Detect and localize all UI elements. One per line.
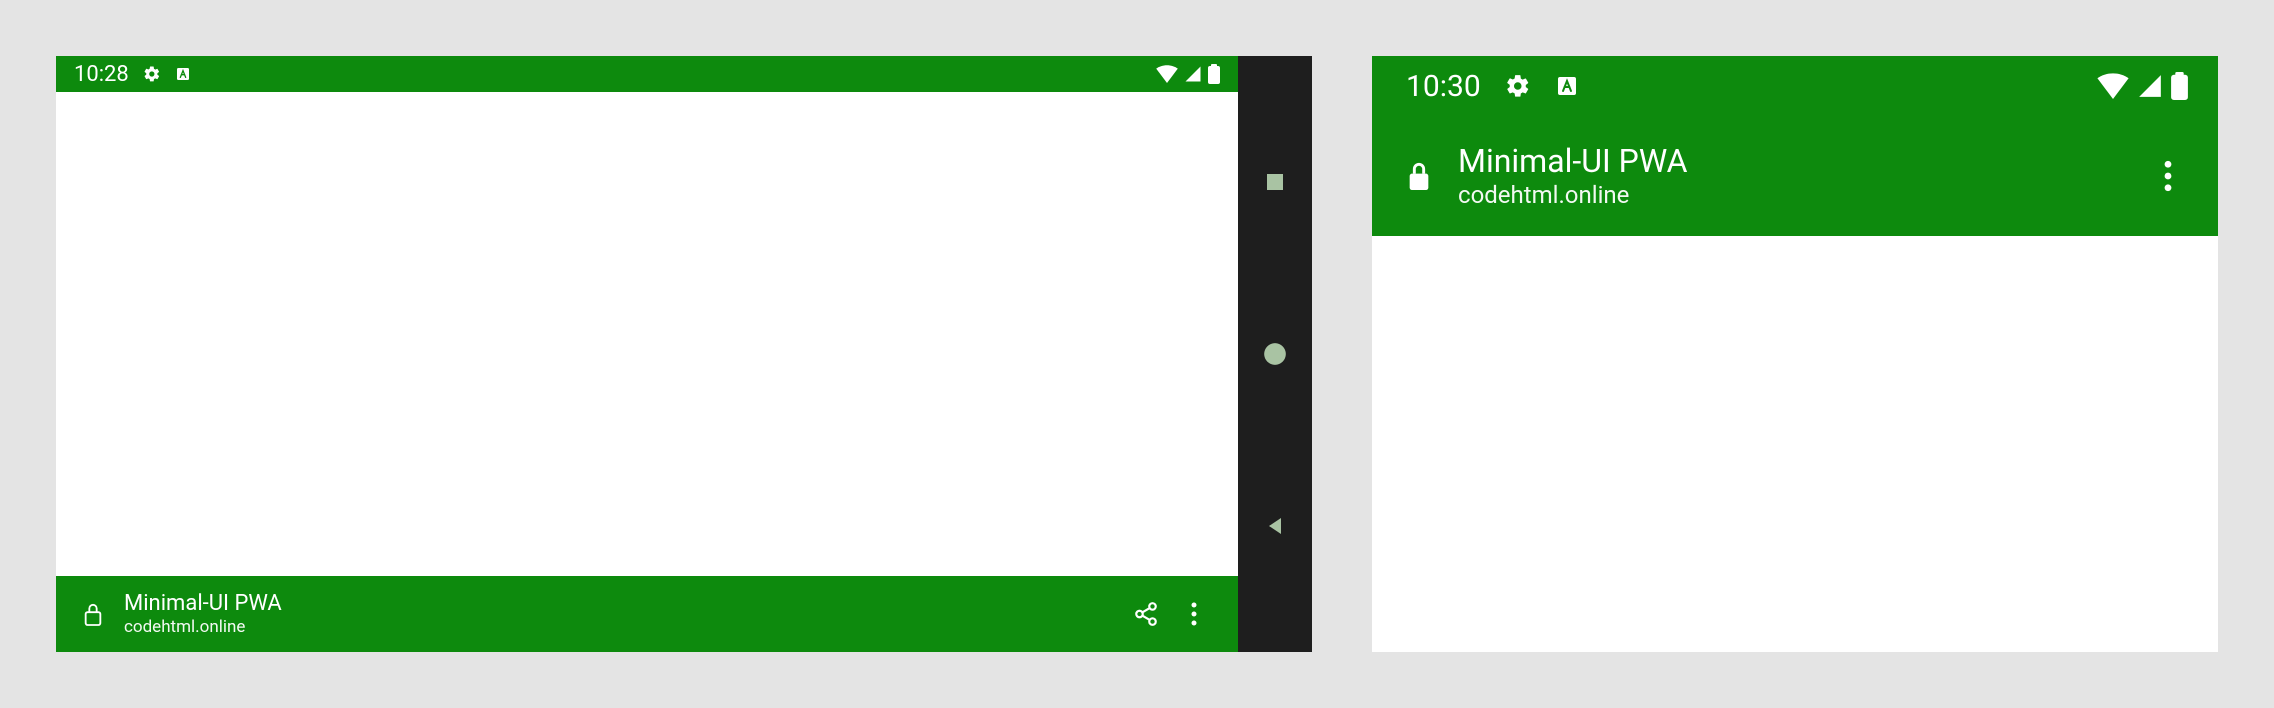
battery-icon (2171, 72, 2188, 100)
overflow-menu-button[interactable] (2144, 152, 2192, 200)
app-bar: Minimal-UI PWA codehtml.online (1372, 116, 2218, 236)
status-time: 10:30 (1406, 69, 1481, 104)
app-bar: Minimal-UI PWA codehtml.online (56, 576, 1238, 652)
lock-icon (1398, 159, 1440, 193)
system-nav-bar (1238, 56, 1312, 652)
gear-icon (143, 65, 161, 83)
device-landscape: 10:28 (56, 56, 1312, 652)
wifi-icon (1156, 65, 1178, 83)
app-badge-icon (175, 66, 191, 82)
lock-icon (76, 601, 110, 627)
share-button[interactable] (1122, 590, 1170, 638)
app-domain: codehtml.online (1458, 181, 1687, 210)
app-title: Minimal-UI PWA (1458, 142, 1687, 180)
status-time: 10:28 (74, 62, 129, 87)
app-title: Minimal-UI PWA (124, 591, 282, 617)
device-landscape-screen: 10:28 (56, 56, 1238, 652)
cell-signal-icon (2137, 73, 2163, 99)
wifi-icon (2097, 73, 2129, 99)
overflow-menu-button[interactable] (1170, 590, 1218, 638)
nav-back-button[interactable] (1263, 514, 1287, 538)
app-domain: codehtml.online (124, 617, 282, 637)
webview-content[interactable] (1372, 236, 2218, 652)
webview-content[interactable] (56, 92, 1238, 576)
gear-icon (1505, 73, 1531, 99)
battery-icon (1208, 64, 1220, 84)
cell-signal-icon (1184, 65, 1202, 83)
status-bar: 10:28 (56, 56, 1238, 92)
app-badge-icon (1555, 74, 1579, 98)
status-bar: 10:30 (1372, 56, 2218, 116)
device-portrait: 10:30 Minimal-UI PWA codeh (1372, 56, 2218, 652)
nav-overview-button[interactable] (1263, 170, 1287, 194)
nav-home-button[interactable] (1262, 341, 1288, 367)
